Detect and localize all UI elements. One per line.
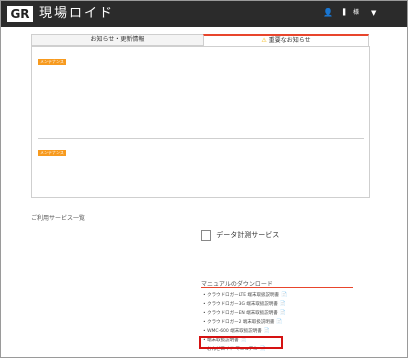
tab-news-label: お知らせ・更新情報 (90, 36, 145, 43)
pdf-icon: 📄 (263, 328, 270, 334)
download-label: クラウドロガーEN 端末取扱説明書 (207, 311, 278, 316)
tab-important-label: 重要なお知らせ (268, 37, 311, 44)
pdf-icon: 📄 (281, 292, 288, 298)
download-label: クラウドロガー2 端末取扱説明書 (207, 320, 275, 325)
divider (38, 138, 364, 139)
logo-badge: GR (7, 6, 33, 22)
service-item[interactable]: データ計測サービス (201, 229, 279, 241)
user-name: ▌ (343, 9, 348, 16)
download-label: クラウドロガーLTE 端末取扱説明書 (207, 293, 280, 298)
user-suffix: 様 (353, 9, 360, 16)
caret-down-icon[interactable]: ▼ (371, 6, 376, 20)
pdf-icon: 📄 (279, 301, 287, 307)
download-label: クラウドロガー3G 端末取扱説明書 (207, 302, 278, 307)
logo-text: 現場ロイド (39, 6, 115, 21)
download-label: WMC-600 端末取扱説明書 (207, 329, 262, 334)
user-menu[interactable]: 👤 ▌ 様 ▼ (319, 6, 379, 20)
download-item[interactable]: • クラウドロガー3G 端末取扱説明書 📄 (203, 300, 287, 309)
pdf-icon: 📄 (279, 310, 286, 316)
download-item[interactable]: • クラウドロガー2 端末取扱説明書 📄 (203, 318, 287, 327)
download-item[interactable]: • クラウドロガーEN 端末取扱説明書 📄 (203, 309, 287, 318)
user-icon: 👤 (323, 8, 333, 17)
document-icon (201, 229, 211, 241)
pdf-icon: 📄 (276, 319, 283, 325)
services-title: ご利用サービス一覧 (31, 215, 86, 222)
service-label: データ計測サービス (216, 231, 280, 239)
maintenance-badge: メンテナンス (38, 150, 66, 156)
download-item[interactable]: • WMC-600 端末取扱説明書 📄 (203, 327, 287, 336)
warning-icon: ⚠ (261, 37, 267, 44)
download-item[interactable]: • クラウドロガーLTE 端末取扱説明書 📄 (203, 291, 287, 300)
downloads-divider (201, 287, 353, 288)
notice-panel: メンテナンス メンテナンス (31, 46, 370, 198)
tab-news[interactable]: お知らせ・更新情報 (31, 34, 204, 46)
maintenance-badge: メンテナンス (38, 59, 66, 65)
highlight-box (199, 336, 283, 349)
top-bar: GR 現場ロイド 👤 ▌ 様 ▼ (1, 1, 407, 27)
